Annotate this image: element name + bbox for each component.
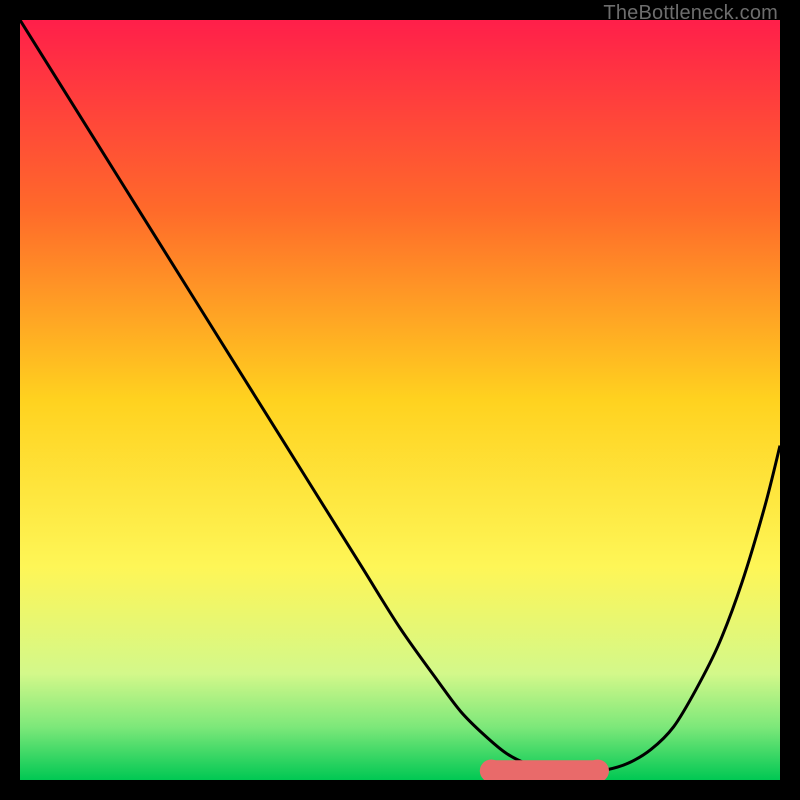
chart-frame xyxy=(20,20,780,780)
optimal-zone-marker xyxy=(480,759,609,780)
watermark-text: TheBottleneck.com xyxy=(603,2,778,25)
gradient-background xyxy=(20,20,780,780)
bottleneck-chart xyxy=(20,20,780,780)
